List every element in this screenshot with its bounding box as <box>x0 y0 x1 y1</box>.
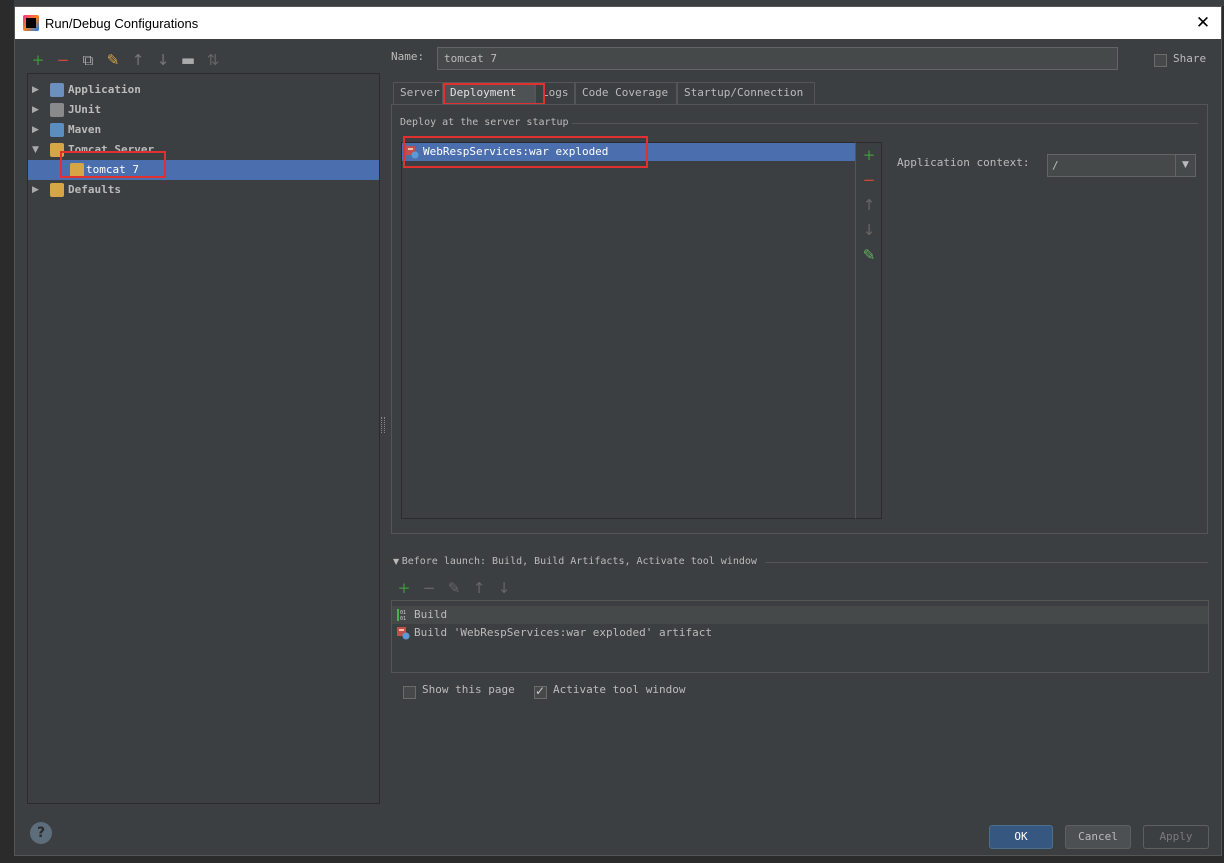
expanded-arrow-icon[interactable]: ▼ <box>32 140 39 160</box>
deploy-section-title: Deploy at the server startup <box>400 117 569 128</box>
show-this-page-label: Show this page <box>422 683 515 696</box>
move-up-icon[interactable]: ↑ <box>470 579 488 597</box>
artifact-icon <box>397 627 410 640</box>
artifact-row[interactable]: WebRespServices:war exploded <box>402 143 855 161</box>
tomcat-icon <box>70 163 84 177</box>
tomcat-icon <box>50 143 64 157</box>
list-item[interactable]: 01 01 Build <box>392 606 1208 624</box>
copy-icon[interactable]: ⧉ <box>79 51 97 69</box>
wrench-icon <box>50 183 64 197</box>
collapse-arrow-icon[interactable]: ▼ <box>393 557 402 566</box>
help-button[interactable]: ? <box>30 822 52 844</box>
run-debug-configurations-dialog: Run/Debug Configurations ✕ + − ⧉ ✎ ↑ ↓ ▬ ⇅ ▶ App… <box>14 6 1222 856</box>
tree-item-label: Maven <box>68 123 102 136</box>
share-label: Share <box>1173 52 1207 65</box>
tab-startup-connection[interactable]: Startup/Connection <box>677 82 815 104</box>
move-up-icon[interactable]: ↑ <box>129 51 147 69</box>
before-launch-list[interactable]: 01 01 Build Build 'WebRespServices:war e… <box>391 600 1209 673</box>
configurations-tree[interactable]: ▶ Application ▶ JUnit ▶ Maven ▼ Tomcat Server to… <box>27 73 380 804</box>
tree-item[interactable]: ▼ Tomcat Server <box>28 140 379 160</box>
tab-deployment[interactable]: Deployment <box>443 82 535 104</box>
tree-item[interactable]: ▶ Defaults <box>28 180 379 200</box>
remove-icon[interactable]: − <box>420 579 438 597</box>
background-status-area <box>0 856 1224 863</box>
add-icon[interactable]: + <box>29 51 47 69</box>
tree-item-label: Application <box>68 83 141 96</box>
dialog-title: Run/Debug Configurations <box>45 16 199 31</box>
application-icon <box>50 83 64 97</box>
background-editor-gutter <box>0 0 14 863</box>
artifact-label: WebRespServices:war exploded <box>423 145 609 158</box>
collapsed-arrow-icon[interactable]: ▶ <box>32 100 39 120</box>
tab-server[interactable]: Server <box>393 82 443 104</box>
dialog-titlebar: Run/Debug Configurations ✕ <box>15 7 1221 39</box>
build-icon: 01 01 <box>397 609 406 622</box>
tab-code-coverage[interactable]: Code Coverage <box>575 82 677 104</box>
collapsed-arrow-icon[interactable]: ▶ <box>32 80 39 100</box>
section-divider <box>572 123 1198 124</box>
tree-item-label: Tomcat Server <box>68 143 155 156</box>
share-checkbox[interactable] <box>1154 54 1167 67</box>
remove-icon[interactable]: − <box>54 51 72 69</box>
before-launch-item-label: Build 'WebRespServices:war exploded' art… <box>414 626 713 639</box>
name-input[interactable]: tomcat 7 <box>437 47 1118 70</box>
move-up-icon[interactable]: ↑ <box>861 197 877 213</box>
collapsed-arrow-icon[interactable]: ▶ <box>32 120 39 140</box>
collapsed-arrow-icon[interactable]: ▶ <box>32 180 39 200</box>
tree-item[interactable]: tomcat 7 <box>28 160 379 180</box>
application-context-value: / <box>1052 159 1059 172</box>
artifact-icon <box>406 146 419 159</box>
ok-button[interactable]: OK <box>989 825 1053 849</box>
svg-text:01: 01 <box>400 616 406 622</box>
before-launch-item-label: Build <box>414 608 448 621</box>
junit-icon <box>50 103 64 117</box>
edit-pencil-icon[interactable]: ✎ <box>861 247 877 263</box>
add-icon[interactable]: + <box>395 579 413 597</box>
application-context-select[interactable]: / ▼ <box>1047 154 1196 177</box>
artifact-list-toolbar: + − ↑ ↓ ✎ <box>855 142 882 519</box>
show-this-page-checkbox[interactable] <box>403 686 416 699</box>
application-context-label: Application context: <box>897 156 1030 169</box>
maven-gear-icon <box>50 123 64 137</box>
section-divider <box>765 562 1208 563</box>
close-icon[interactable]: ✕ <box>1193 13 1213 33</box>
before-launch-title[interactable]: ▼ Before launch: Build, Build Artifacts,… <box>393 556 757 567</box>
move-down-icon[interactable]: ↓ <box>154 51 172 69</box>
deployment-panel: Deploy at the server startup WebRespServ… <box>391 104 1208 534</box>
tree-item-label: tomcat 7 <box>86 163 139 176</box>
cancel-button[interactable]: Cancel <box>1065 825 1131 849</box>
folder-icon[interactable]: ▬ <box>179 51 197 69</box>
activate-tool-window-checkbox[interactable] <box>534 684 547 699</box>
tree-item-label: Defaults <box>68 183 121 196</box>
tab-logs[interactable]: Logs <box>535 82 575 104</box>
activate-tool-window-label: Activate tool window <box>553 683 686 696</box>
add-icon[interactable]: + <box>861 147 877 163</box>
intellij-logo-icon <box>23 15 39 31</box>
remove-icon[interactable]: − <box>861 172 877 188</box>
move-down-icon[interactable]: ↓ <box>861 222 877 238</box>
apply-button[interactable]: Apply <box>1143 825 1209 849</box>
tree-item-label: JUnit <box>68 103 102 116</box>
tree-item[interactable]: ▶ Maven <box>28 120 379 140</box>
tree-item[interactable]: ▶ JUnit <box>28 100 379 120</box>
sort-icon[interactable]: ⇅ <box>204 51 222 69</box>
list-item[interactable]: Build 'WebRespServices:war exploded' art… <box>392 624 1208 642</box>
wrench-icon[interactable]: ✎ <box>104 51 122 69</box>
move-down-icon[interactable]: ↓ <box>495 579 513 597</box>
tree-item[interactable]: ▶ Application <box>28 80 379 100</box>
edit-pencil-icon[interactable]: ✎ <box>445 579 463 597</box>
panel-splitter-handle[interactable] <box>381 417 385 433</box>
name-label: Name: <box>391 50 425 63</box>
chevron-down-icon[interactable]: ▼ <box>1175 155 1195 176</box>
artifact-list[interactable]: WebRespServices:war exploded <box>401 142 856 519</box>
before-launch-label: Before launch: Build, Build Artifacts, A… <box>401 556 757 567</box>
